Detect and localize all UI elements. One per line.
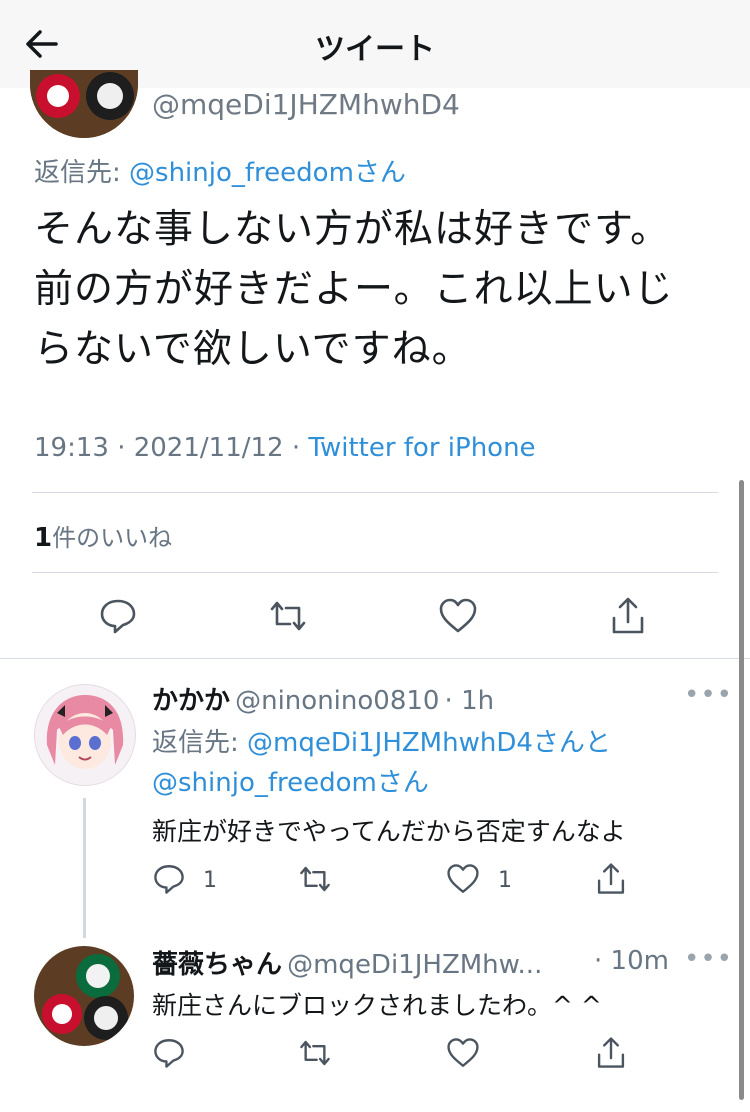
relative-time: · 10m — [594, 946, 669, 976]
reply-header: かかか @ninonino0810 · 1h — [152, 680, 494, 717]
page-title: ツイート — [315, 32, 435, 67]
share-icon[interactable] — [608, 596, 648, 636]
thread-connector-line — [83, 798, 86, 938]
reply-label: 返信先: — [152, 728, 248, 758]
retweet-icon[interactable] — [298, 862, 332, 896]
reply-context: 返信先: @mqeDi1JHZMhwhD4さんと — [152, 722, 611, 759]
like-heart-icon[interactable] — [438, 596, 478, 636]
more-options-icon[interactable]: ••• — [684, 944, 733, 974]
likes-number: 1 — [34, 523, 53, 553]
reply-icon[interactable] — [152, 862, 186, 896]
reply-context: 返信先: @shinjo_freedomさん — [34, 152, 406, 189]
reply-text: 新庄が好きでやってんだから否定すんなよ — [152, 817, 626, 846]
reply-to-link[interactable]: @mqeDi1JHZMhwhD4さんと — [247, 728, 611, 758]
display-name[interactable]: かかか — [152, 686, 230, 716]
like-heart-icon[interactable] — [446, 1036, 480, 1070]
more-options-icon[interactable]: ••• — [684, 680, 733, 710]
likes-count-link[interactable]: 1件のいいね — [34, 518, 172, 553]
tweet-metadata: 19:13 · 2021/11/12 · Twitter for iPhone — [34, 433, 536, 463]
display-name[interactable]: 薔薇ちゃん — [152, 950, 282, 980]
user-handle[interactable]: @ninonino0810 — [235, 686, 439, 716]
tweet-source-link[interactable]: Twitter for iPhone — [308, 433, 535, 463]
share-icon[interactable] — [594, 862, 628, 896]
reply-to-link[interactable]: @shinjo_freedomさん — [129, 158, 406, 188]
reply-icon[interactable] — [98, 596, 138, 636]
divider — [0, 658, 750, 659]
tweet-text-line: 前の方が好きだよー。これ以上いじ — [34, 267, 674, 312]
relative-time: · 1h — [444, 686, 495, 716]
scrollbar[interactable] — [739, 480, 744, 1100]
user-handle[interactable]: @mqeDi1JHZMhw... — [287, 950, 542, 980]
retweet-icon[interactable] — [268, 596, 308, 636]
divider — [32, 492, 718, 493]
tweet-text-line: そんな事しない方が私は好きです。 — [34, 207, 671, 252]
tweet-timestamp: 19:13 · 2021/11/12 · — [34, 433, 309, 463]
retweet-icon[interactable] — [298, 1036, 332, 1070]
author-handle[interactable]: @mqeDi1JHZMhwhD4 — [152, 88, 460, 121]
likes-label: 件のいいね — [52, 524, 173, 552]
share-icon[interactable] — [594, 1036, 628, 1070]
tweet-text-line: らないで欲しいですね。 — [34, 327, 472, 372]
tweet-text: そんな事しない方が私は好きです。 前の方が好きだよー。これ以上いじ らないで欲し… — [34, 200, 724, 380]
like-count: 1 — [498, 868, 512, 893]
reply-to-link[interactable]: @shinjo_freedomさん — [152, 762, 429, 799]
reply-label: 返信先: — [34, 158, 130, 188]
reply-icon[interactable] — [152, 1036, 186, 1070]
divider — [32, 572, 718, 573]
like-heart-icon[interactable] — [446, 862, 480, 896]
avatar[interactable] — [34, 946, 134, 1046]
avatar[interactable] — [34, 684, 136, 786]
author-avatar[interactable] — [30, 70, 138, 138]
reply-text: 新庄さんにブロックされましたわ。^ ^ — [152, 991, 602, 1020]
reply-header: 薔薇ちゃん @mqeDi1JHZMhw... — [152, 944, 542, 981]
reply-count: 1 — [203, 868, 217, 893]
